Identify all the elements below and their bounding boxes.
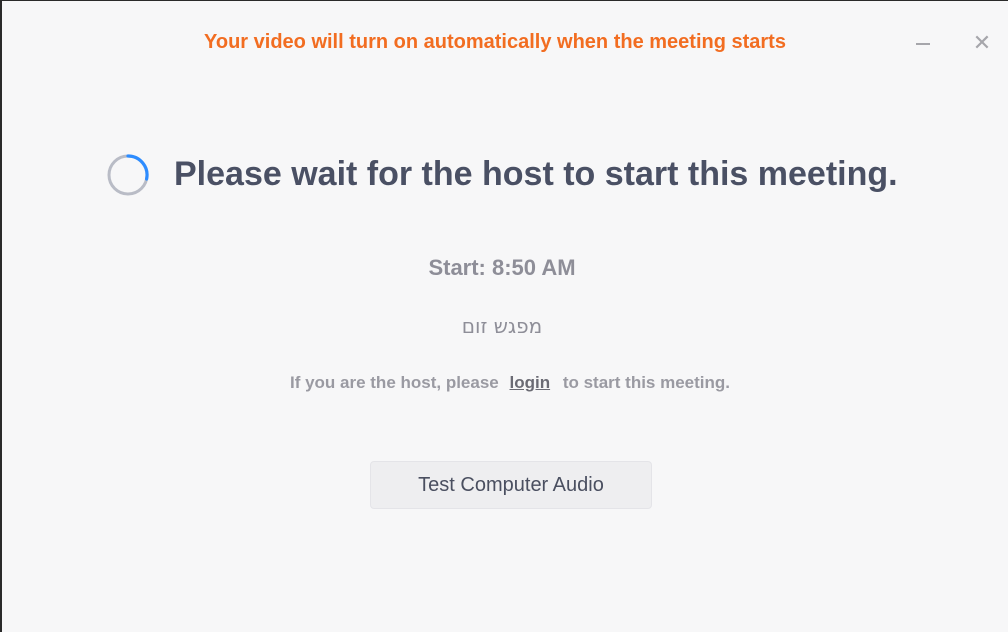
- close-button[interactable]: ✕: [968, 29, 996, 57]
- meeting-wait-window: Your video will turn on automatically wh…: [0, 0, 1008, 632]
- wait-for-host-title: Please wait for the host to start this m…: [174, 155, 898, 193]
- login-link[interactable]: login: [509, 373, 550, 392]
- host-note-suffix: to start this meeting.: [562, 373, 731, 392]
- meeting-name: מפגש זום: [461, 314, 543, 338]
- minimize-button[interactable]: [910, 29, 938, 57]
- host-note-prefix: If you are the host, please: [289, 373, 499, 392]
- close-icon: ✕: [972, 30, 992, 55]
- host-login-note: If you are the host, please login to sta…: [2, 373, 1008, 393]
- test-computer-audio-button[interactable]: Test Computer Audio: [370, 461, 652, 509]
- loading-spinner-icon: [107, 154, 149, 196]
- meeting-start-time: Start: 8:50 AM: [428, 255, 576, 280]
- minimize-icon: [916, 43, 930, 45]
- video-auto-on-banner: Your video will turn on automatically wh…: [204, 31, 786, 53]
- wait-message-row: Please wait for the host to start this m…: [2, 151, 1008, 201]
